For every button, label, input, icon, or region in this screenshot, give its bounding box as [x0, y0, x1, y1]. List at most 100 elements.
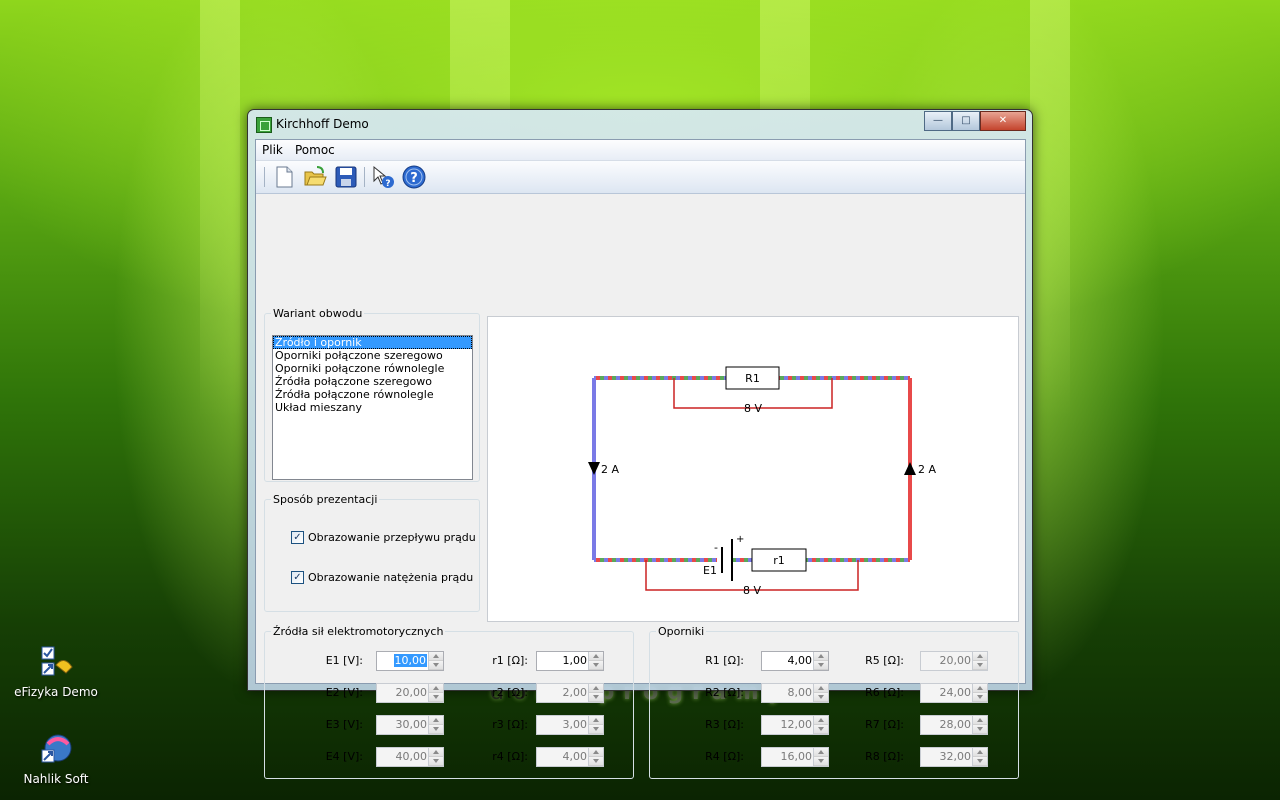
list-item[interactable]: Oporniki połączone szeregowo [273, 349, 472, 362]
desktop-icon-label: eFizyka Demo [14, 685, 98, 699]
menu-pomoc[interactable]: Pomoc [295, 143, 335, 157]
r3-internal-field-label: r3 [Ω]: [492, 718, 528, 731]
r8-spinbox: 32,00 [920, 747, 988, 767]
list-item[interactable]: Źródła połączone równolegle [273, 388, 472, 401]
spin-up-icon [814, 684, 828, 693]
list-item[interactable]: Układ mieszany [273, 401, 472, 414]
e2-spin-buttons [428, 684, 443, 702]
menu-plik[interactable]: Plik [262, 143, 283, 157]
r1-internal-value: 1,00 [562, 654, 588, 667]
right-current-label: 2 A [918, 463, 936, 476]
r4-spinbox: 16,00 [761, 747, 829, 767]
menu-bar: Plik Pomoc [256, 140, 1025, 161]
r1-label: R1 [745, 372, 760, 385]
variant-group: Wariant obwodu Źródło i opornik Oporniki… [264, 307, 480, 482]
e4-spin-buttons [428, 748, 443, 766]
spin-up-icon [589, 684, 603, 693]
save-icon[interactable] [334, 165, 358, 189]
r3-field-label: R3 [Ω]: [705, 718, 744, 731]
svg-text:?: ? [385, 179, 390, 189]
maximize-button[interactable]: □ [952, 111, 980, 131]
help-pointer-icon[interactable]: ? [371, 165, 395, 189]
r1-spin-buttons [813, 652, 828, 670]
r6-value: 24,00 [939, 686, 972, 699]
toolbar: ? ? [256, 161, 1025, 194]
spin-up-icon [973, 716, 987, 725]
spin-up-icon [429, 748, 443, 757]
intensity-checkbox[interactable]: ✓ [291, 571, 304, 584]
spin-up-icon[interactable] [814, 652, 828, 661]
r1-internal-spin-buttons [588, 652, 603, 670]
spin-up-icon [973, 684, 987, 693]
flow-checkbox[interactable]: ✓ [291, 531, 304, 544]
circuit-canvas[interactable]: R1 r1 - + E1 2 A 2 A 8 V 8 V [487, 316, 1019, 622]
r1-spinbox[interactable]: 4,00 [761, 651, 829, 671]
list-item[interactable]: Źródła połączone szeregowo [273, 375, 472, 388]
source-plus: + [736, 534, 744, 545]
r3-internal-value: 3,00 [562, 718, 588, 731]
spin-down-icon [589, 757, 603, 766]
r3-internal-spinbox: 3,00 [536, 715, 604, 735]
left-current-arrow [588, 462, 600, 475]
spin-down-icon[interactable] [589, 661, 603, 670]
r2-field-label: R2 [Ω]: [705, 686, 744, 699]
resistors-group-legend: Oporniki [656, 625, 707, 638]
desktop-icon-efizyka[interactable]: eFizyka Demo [8, 645, 104, 699]
e1-spin-buttons [428, 652, 443, 670]
e1-value: 10,00 [393, 654, 427, 667]
title-bar[interactable]: Kirchhoff Demo — □ ✕ [248, 110, 1032, 138]
r5-spin-buttons [972, 652, 987, 670]
new-file-icon[interactable] [272, 165, 296, 189]
list-item[interactable]: Źródło i opornik [273, 336, 472, 349]
r5-field-label: R5 [Ω]: [865, 654, 904, 667]
r4-internal-value: 4,00 [562, 750, 588, 763]
r1-voltage-label: 8 V [744, 402, 762, 415]
r2-spin-buttons [813, 684, 828, 702]
r1-internal-field-label: r1 [Ω]: [492, 654, 528, 667]
intensity-checkbox-row[interactable]: ✓ Obrazowanie natężenia prądu [291, 571, 473, 584]
r2-internal-spin-buttons [588, 684, 603, 702]
flow-checkbox-row[interactable]: ✓ Obrazowanie przepływu prądu [291, 531, 476, 544]
variant-listbox[interactable]: Źródło i opornik Oporniki połączone szer… [272, 335, 473, 480]
spin-up-icon [973, 652, 987, 661]
desktop-icon-nahlik-soft[interactable]: Nahlik Soft [8, 732, 104, 786]
spin-down-icon [973, 661, 987, 670]
right-current-arrow [904, 462, 916, 475]
close-button[interactable]: ✕ [980, 111, 1026, 131]
nahlik-soft-shortcut-icon [38, 732, 74, 768]
battery-source[interactable] [717, 539, 733, 581]
window-title: Kirchhoff Demo [276, 117, 369, 131]
r1-internal-spinbox[interactable]: 1,00 [536, 651, 604, 671]
spin-down-icon [429, 757, 443, 766]
background-light-stripe [1030, 0, 1070, 420]
spin-down-icon [589, 693, 603, 702]
svg-text:?: ? [410, 171, 418, 186]
open-folder-icon[interactable] [303, 165, 327, 189]
minimize-button[interactable]: — [924, 111, 952, 131]
r8-spin-buttons [972, 748, 987, 766]
presentation-group-legend: Sposób prezentacji [271, 493, 380, 506]
spin-down-icon[interactable] [814, 661, 828, 670]
r7-spin-buttons [972, 716, 987, 734]
e4-value: 40,00 [395, 750, 428, 763]
spin-down-icon [429, 725, 443, 734]
r3-value: 12,00 [780, 718, 813, 731]
r5-value: 20,00 [939, 654, 972, 667]
list-item[interactable]: Oporniki połączone równolegle [273, 362, 472, 375]
r8-field-label: R8 [Ω]: [865, 750, 904, 763]
help-icon[interactable]: ? [402, 165, 426, 189]
spin-down-icon[interactable] [429, 661, 443, 670]
e3-spinbox: 30,00 [376, 715, 444, 735]
e2-spinbox: 20,00 [376, 683, 444, 703]
r5-spinbox: 20,00 [920, 651, 988, 671]
spin-up-icon[interactable] [589, 652, 603, 661]
spin-up-icon[interactable] [429, 652, 443, 661]
bottom-voltage-label: 8 V [743, 584, 761, 597]
e1-spinbox[interactable]: 10,00 [376, 651, 444, 671]
presentation-group: Sposób prezentacji ✓ Obrazowanie przepły… [264, 493, 480, 612]
emf-group-legend: Źródła sił elektromotorycznych [271, 625, 446, 638]
r6-spinbox: 24,00 [920, 683, 988, 703]
spin-down-icon [429, 693, 443, 702]
e4-spinbox: 40,00 [376, 747, 444, 767]
r1-value: 4,00 [787, 654, 813, 667]
